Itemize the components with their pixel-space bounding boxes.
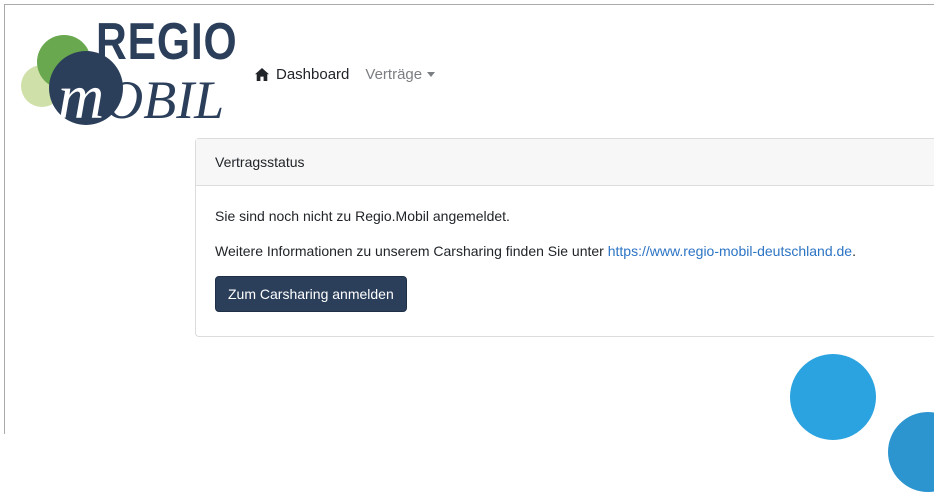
card-header: Vertragsstatus [196, 139, 934, 186]
info-text: Weitere Informationen zu unserem Carshar… [215, 243, 934, 259]
regio-mobil-logo[interactable]: REGIO mOBIL [20, 13, 237, 132]
main-nav: Dashboard Verträge [255, 66, 436, 83]
register-carsharing-button[interactable]: Zum Carsharing anmelden [215, 276, 407, 312]
caret-down-icon [427, 72, 436, 77]
info-text-suffix: . [852, 243, 856, 259]
nav-vertraege-label: Verträge [365, 66, 423, 83]
not-registered-text: Sie sind noch nicht zu Regio.Mobil angem… [215, 208, 510, 224]
nav-dashboard[interactable]: Dashboard [255, 66, 349, 83]
info-text-prefix: Weitere Informationen zu unserem Carshar… [215, 243, 608, 259]
card-body: Sie sind noch nicht zu Regio.Mobil angem… [196, 186, 934, 312]
logo-mobil-m: m [58, 61, 105, 132]
home-icon [255, 68, 269, 81]
regio-mobil-website-link[interactable]: https://www.regio-mobil-deutschland.de [608, 243, 852, 259]
logo-mobil-text: mOBIL [58, 60, 224, 134]
logo-mobil-rest: OBIL [104, 70, 225, 130]
decorative-circle [790, 354, 876, 440]
contract-status-card: Vertragsstatus Sie sind noch nicht zu Re… [195, 138, 934, 337]
nav-dashboard-label: Dashboard [276, 66, 350, 83]
nav-vertraege-dropdown[interactable]: Verträge [365, 66, 436, 83]
